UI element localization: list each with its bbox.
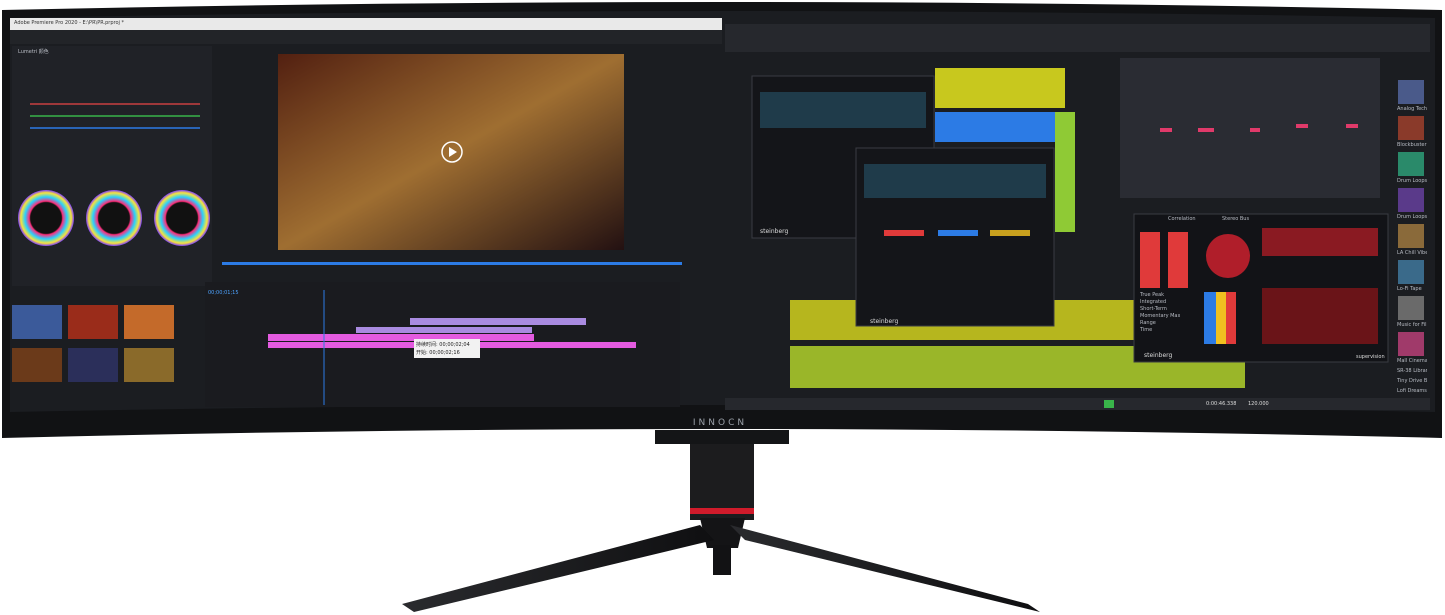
meter-time: Time bbox=[1140, 327, 1153, 333]
steinberg-logo-eq: steinberg bbox=[760, 228, 789, 235]
steinberg-logo-supervision: steinberg bbox=[1144, 352, 1173, 359]
play-button[interactable] bbox=[1104, 400, 1114, 408]
mediabay-item[interactable]: Analog Techno bbox=[1397, 106, 1427, 112]
mediabay-item[interactable]: Lo-Fi Tape bbox=[1397, 286, 1427, 292]
tooltip-start: 开始: 00;00;02;16 bbox=[416, 350, 460, 356]
meter-momentary-max: Momentary Max bbox=[1140, 313, 1181, 319]
meter-range: Range bbox=[1140, 320, 1156, 326]
mediabay-item[interactable]: Music for Film bbox=[1397, 322, 1427, 328]
premiere-window bbox=[10, 18, 722, 407]
meter-true-peak: True Peak bbox=[1140, 292, 1165, 298]
transport-tempo: 120.000 bbox=[1248, 401, 1269, 407]
steinberg-logo: steinberg bbox=[870, 318, 899, 325]
timeline-timecode: 00;00;01;15 bbox=[208, 290, 239, 296]
timeline-clip[interactable] bbox=[268, 334, 534, 341]
mediabay-item[interactable]: Mall Cinema bbox=[1397, 358, 1427, 364]
mediabay-item[interactable]: Drum Loops bbox=[1397, 178, 1427, 184]
supervision-name: supervision bbox=[1356, 354, 1385, 360]
mediabay-item[interactable]: Tiny Drive Beats bbox=[1397, 378, 1427, 384]
monitor-scene bbox=[2, 2, 1442, 612]
correlation-label: Correlation bbox=[1168, 216, 1196, 222]
premiere-title: Adobe Premiere Pro 2020 - E:\PR\PR.prpro… bbox=[14, 20, 125, 26]
stereo-bus-label: Stereo Bus bbox=[1222, 216, 1250, 222]
color-wheel-shadows[interactable] bbox=[18, 190, 74, 246]
mediabay-item[interactable]: Drum Loops bbox=[1397, 214, 1427, 220]
bezel-chin bbox=[655, 430, 789, 444]
timeline-clip[interactable] bbox=[410, 318, 586, 325]
tooltip-duration: 持续时间: 00;00;02;04 bbox=[416, 342, 470, 348]
color-wheel-highlights[interactable] bbox=[154, 190, 210, 246]
mediabay-item[interactable]: SR-38 Library bbox=[1397, 368, 1427, 374]
transport-time: 0:00:46.338 bbox=[1206, 401, 1237, 407]
mediabay-item[interactable]: Blockbuster bbox=[1397, 142, 1427, 148]
meter-integrated: Integrated bbox=[1140, 299, 1167, 305]
lumetri-panel-title: Lumetri 颜色 bbox=[18, 49, 49, 55]
monitor-stand bbox=[402, 440, 1040, 612]
mediabay-item[interactable]: LA Chill Vibes bbox=[1397, 250, 1427, 256]
timeline-clip[interactable] bbox=[356, 327, 532, 333]
color-wheel-midtones[interactable] bbox=[86, 190, 142, 246]
brand-logo: INNOCN bbox=[692, 418, 748, 428]
meter-short-term: Short-Term bbox=[1140, 306, 1167, 312]
mediabay-item[interactable]: Lofi Dreams bbox=[1397, 388, 1427, 394]
